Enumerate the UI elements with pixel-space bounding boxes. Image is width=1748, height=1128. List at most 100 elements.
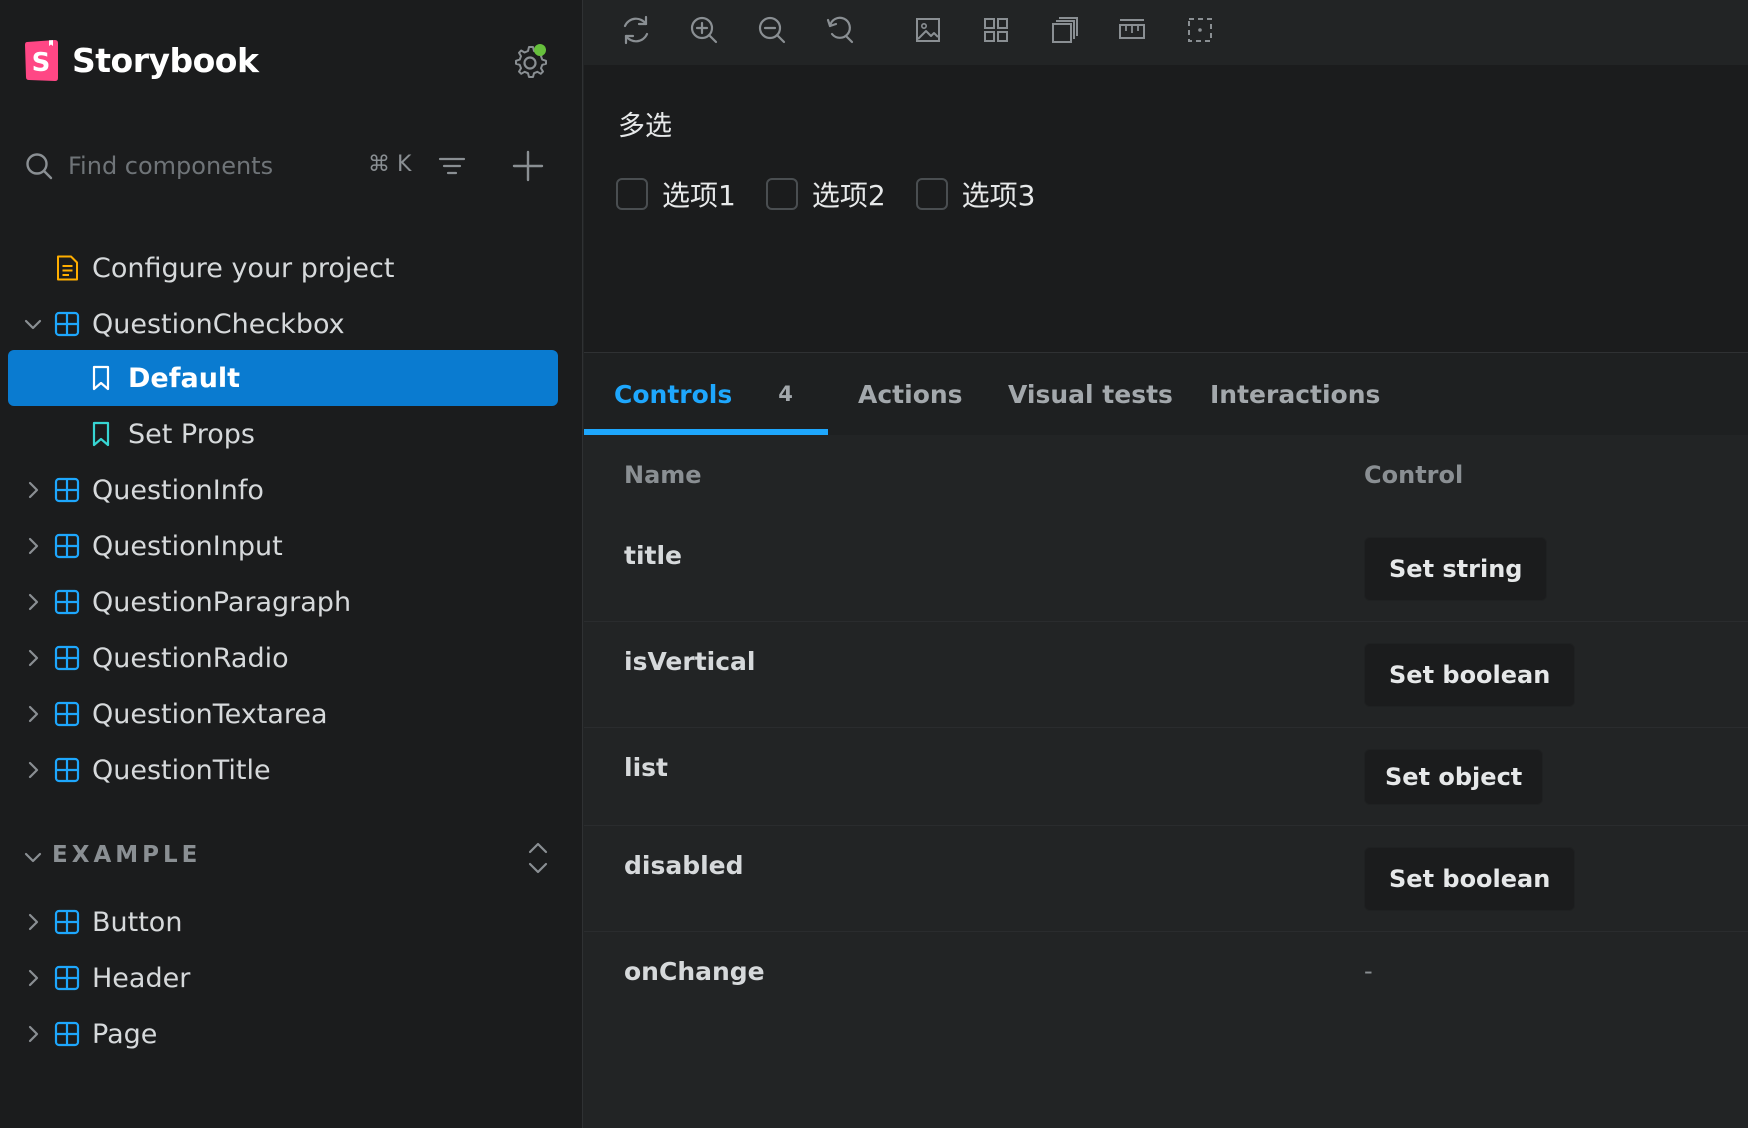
tree-item-default-story[interactable]: Default <box>8 350 558 406</box>
component-icon <box>54 757 80 783</box>
tree-item-questionparagraph[interactable]: QuestionParagraph <box>8 574 558 630</box>
tab-actions[interactable]: Actions <box>858 353 963 435</box>
set-string-button[interactable]: Set string <box>1364 537 1548 601</box>
sidebar: S Storybook ⌘ K <box>0 0 583 1128</box>
tree-item-label: Configure your project <box>92 252 395 284</box>
zoom-reset-button[interactable] <box>820 10 860 50</box>
reload-button[interactable] <box>616 10 656 50</box>
section-label: EXAMPLE <box>52 842 202 868</box>
tree-item-label: QuestionRadio <box>92 642 289 674</box>
tab-visual-tests[interactable]: Visual tests <box>1008 353 1173 435</box>
tree-item-questioninfo[interactable]: QuestionInfo <box>8 462 558 518</box>
storybook-logo-icon: S <box>25 40 58 81</box>
search-icon <box>26 153 53 180</box>
chevron-right-icon <box>28 1025 39 1043</box>
component-icon <box>54 589 80 615</box>
row-divider <box>584 727 1748 728</box>
zoom-out-button[interactable] <box>752 10 792 50</box>
tree-item-set-props-story[interactable]: Set Props <box>8 406 558 462</box>
row-divider <box>584 621 1748 622</box>
tab-controls[interactable]: Controls 4 <box>614 353 793 435</box>
add-button[interactable] <box>508 146 548 186</box>
tab-label: Interactions <box>1210 379 1381 409</box>
component-icon <box>54 311 80 337</box>
tree-item-header[interactable]: Header <box>8 950 558 1006</box>
grid-button[interactable] <box>976 10 1016 50</box>
tree-item-label: QuestionInfo <box>92 474 264 506</box>
zoom-reset-icon <box>826 16 854 44</box>
tree-item-page[interactable]: Page <box>8 1006 558 1062</box>
tree-item-questiontextarea[interactable]: QuestionTextarea <box>8 686 558 742</box>
tree-item-label: Button <box>92 906 183 938</box>
chevron-right-icon <box>28 705 39 723</box>
background-icon <box>916 18 940 42</box>
expand-collapse-icon <box>528 842 548 874</box>
tree-item-questioncheckbox[interactable]: QuestionCheckbox <box>8 296 558 352</box>
tree-item-label: QuestionInput <box>92 530 283 562</box>
svg-text:S: S <box>32 48 51 78</box>
component-icon <box>54 533 80 559</box>
zoom-out-icon <box>758 16 786 44</box>
tree-item-label: QuestionParagraph <box>92 586 352 618</box>
component-icon <box>54 701 80 727</box>
checkbox[interactable] <box>765 178 798 210</box>
control-empty-value: - <box>1364 957 1373 985</box>
control-row-name: disabled <box>624 851 744 880</box>
expand-all-button[interactable] <box>520 838 556 878</box>
viewport-button[interactable] <box>1044 10 1084 50</box>
component-icon <box>54 645 80 671</box>
column-header-name: Name <box>624 461 702 489</box>
tab-label: Visual tests <box>1008 379 1173 409</box>
filter-button[interactable] <box>434 148 470 184</box>
checkbox-option-3[interactable]: 选项3 <box>915 174 1035 214</box>
component-icon <box>54 1021 80 1047</box>
chevron-right-icon <box>28 537 39 555</box>
plus-icon <box>512 150 544 182</box>
story-canvas: 多选 选项1 选项2 选项3 <box>584 66 1748 352</box>
chevron-down-icon <box>24 852 42 863</box>
search-input[interactable] <box>68 148 358 184</box>
outline-button[interactable] <box>1180 10 1220 50</box>
checkbox-label: 选项1 <box>662 179 736 212</box>
tree-item-questioninput[interactable]: QuestionInput <box>8 518 558 574</box>
status-dot <box>534 44 546 56</box>
tree-item-label: Page <box>92 1018 158 1050</box>
tree-item-questiontitle[interactable]: QuestionTitle <box>8 742 558 798</box>
tree-item-label: QuestionCheckbox <box>92 308 345 340</box>
component-icon <box>54 965 80 991</box>
chevron-right-icon <box>28 761 39 779</box>
section-example-header[interactable]: EXAMPLE <box>8 832 558 882</box>
measure-button[interactable] <box>1112 10 1152 50</box>
panel-tabs: Controls 4 Actions Visual tests Interact… <box>584 353 1748 435</box>
control-row-name: title <box>624 541 682 570</box>
question-title: 多选 <box>618 111 672 142</box>
tree-item-label: QuestionTitle <box>92 754 271 786</box>
tree-item-questionradio[interactable]: QuestionRadio <box>8 630 558 686</box>
set-boolean-button[interactable]: Set boolean <box>1364 847 1576 911</box>
background-button[interactable] <box>908 10 948 50</box>
brand[interactable]: S Storybook <box>24 36 259 84</box>
document-icon <box>57 255 78 281</box>
tree-item-button[interactable]: Button <box>8 894 558 950</box>
control-row-name: onChange <box>624 957 765 986</box>
tab-label: Controls <box>614 379 733 409</box>
settings-button[interactable] <box>510 42 550 82</box>
tab-interactions[interactable]: Interactions <box>1210 353 1380 435</box>
addons-panel: Controls 4 Actions Visual tests Interact… <box>584 352 1748 1128</box>
chevron-right-icon <box>28 593 39 611</box>
tab-label: Actions <box>858 379 963 409</box>
checkbox-option-2[interactable]: 选项2 <box>765 174 886 214</box>
filter-icon <box>438 157 466 175</box>
set-boolean-button[interactable]: Set boolean <box>1364 643 1576 707</box>
checkbox-option-1[interactable]: 选项1 <box>616 174 736 214</box>
tree-item-configure[interactable]: Configure your project <box>8 240 558 296</box>
set-object-button[interactable]: Set object <box>1364 749 1544 805</box>
zoom-in-button[interactable] <box>684 10 724 50</box>
checkbox[interactable] <box>915 178 948 210</box>
chevron-right-icon <box>28 913 39 931</box>
preview-toolbar <box>584 0 1748 66</box>
control-row-name: list <box>624 753 668 782</box>
tree-item-label: Default <box>128 362 241 394</box>
checkbox[interactable] <box>616 178 648 210</box>
bookmark-icon <box>92 365 110 391</box>
